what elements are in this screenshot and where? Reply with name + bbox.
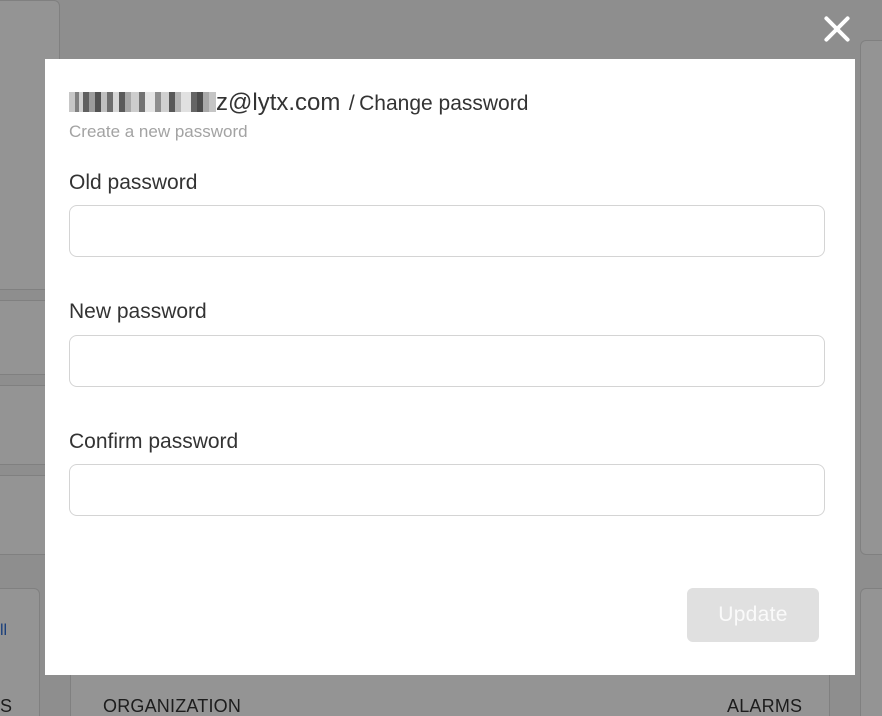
change-password-dialog: z@lytx.com / Change password Create a ne…	[45, 59, 855, 675]
page-subtitle: Create a new password	[69, 122, 248, 141]
confirm-password-label: Confirm password	[69, 430, 239, 453]
old-password-label: Old password	[69, 171, 198, 194]
close-icon[interactable]	[818, 10, 856, 48]
breadcrumb: z@lytx.com / Change password	[69, 89, 528, 117]
new-password-field[interactable]	[69, 335, 825, 387]
redacted-email-prefix	[69, 92, 216, 112]
user-email: z@lytx.com	[216, 89, 341, 116]
confirm-password-field[interactable]	[69, 464, 825, 516]
page-title: Change password	[359, 92, 529, 115]
new-password-label: New password	[69, 300, 207, 323]
update-button[interactable]: Update	[687, 588, 819, 642]
breadcrumb-separator: /	[348, 92, 355, 115]
old-password-field[interactable]	[69, 205, 825, 257]
